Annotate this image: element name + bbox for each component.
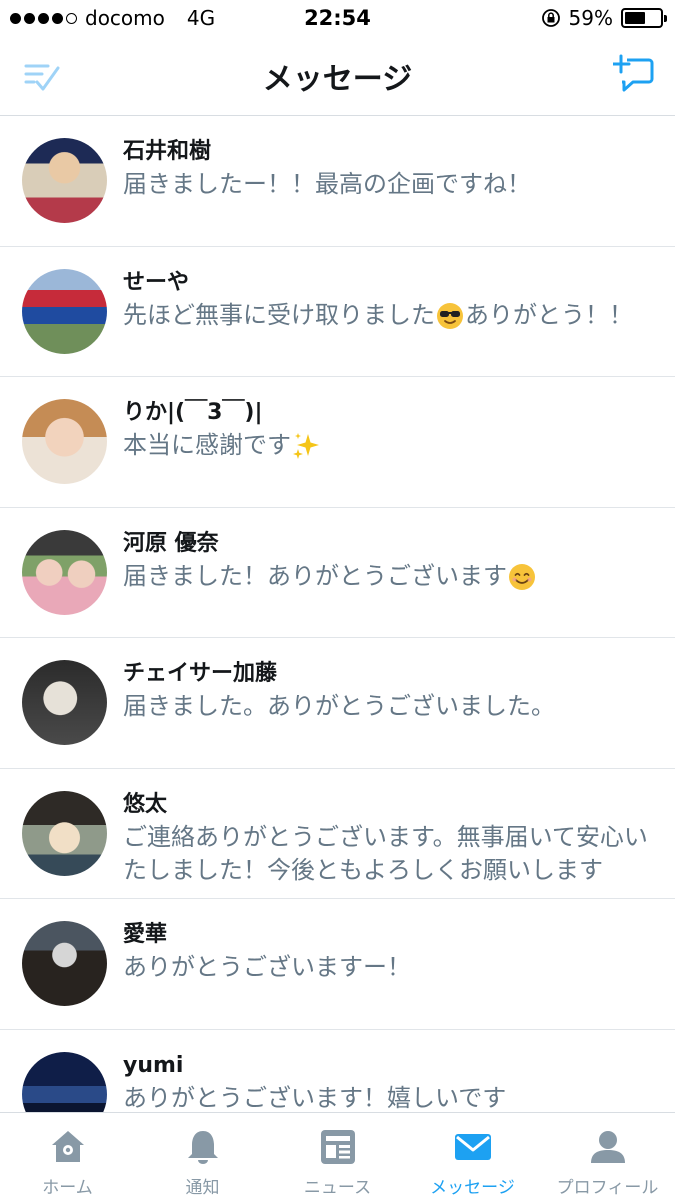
message-body: りか|(￣3￣)| 本当に感謝です xyxy=(123,399,659,462)
message-row-8[interactable]: yumi ありがとうございます！嬉しいです xyxy=(0,1030,675,1113)
tab-label: ホーム xyxy=(42,1178,93,1198)
signal-strength-icon xyxy=(10,12,77,24)
news-icon xyxy=(320,1130,355,1164)
sender-name: せーや xyxy=(123,269,190,295)
status-left: docomo 4G xyxy=(10,6,215,30)
message-text-before: 先ほど無事に受け取りました xyxy=(123,300,435,329)
message-body: せーや 先ほど無事に受け取りました ありがとう！！ xyxy=(123,269,659,332)
sender-name: チェイサー加藤 xyxy=(123,661,278,686)
tab-messages[interactable]: メッセージ xyxy=(405,1113,540,1200)
message-body: チェイサー加藤 届きました。ありがとうございました。 xyxy=(123,660,659,723)
sender-name: りか|(￣3￣)| xyxy=(123,400,263,425)
message-text-before: 本当に感謝です xyxy=(123,431,291,459)
tab-home[interactable]: ホーム xyxy=(0,1113,135,1200)
message-preview: 届きました！ありがとうございます xyxy=(123,560,659,593)
smile-emoji-icon xyxy=(509,563,535,590)
message-row-3[interactable]: りか|(￣3￣)| 本当に感謝です xyxy=(0,377,675,508)
status-right: 59% xyxy=(541,6,667,30)
rotation-lock-icon xyxy=(541,9,560,27)
message-row-7[interactable]: 愛華 ありがとうございますー！ xyxy=(0,899,675,1030)
navigation-bar: メッセージ xyxy=(0,36,675,116)
message-preview: 本当に感謝です xyxy=(123,429,659,462)
tab-label: プロフィール xyxy=(556,1178,659,1198)
tab-label: 通知 xyxy=(185,1178,220,1198)
sender-name: 愛華 xyxy=(123,922,168,947)
avatar[interactable] xyxy=(22,529,107,615)
sender-name: 悠太 xyxy=(123,791,168,817)
message-body: 悠太 ご連絡ありがとうございます。無事届いて安心いたしました！今後ともよろしくお… xyxy=(123,791,659,887)
message-preview: ご連絡ありがとうございます。無事届いて安心いたしました！今後ともよろしくお願いし… xyxy=(123,822,648,884)
sender-name: yumi xyxy=(123,1052,184,1078)
envelope-icon xyxy=(454,1134,491,1160)
message-row-5[interactable]: チェイサー加藤 届きました。ありがとうございました。 xyxy=(0,638,675,769)
compose-check-icon[interactable] xyxy=(22,58,62,94)
carrier-name: docomo xyxy=(85,6,165,30)
message-body: 愛華 ありがとうございますー！ xyxy=(123,921,659,984)
home-icon xyxy=(51,1131,84,1162)
message-preview: ありがとうございます！嬉しいです xyxy=(123,1083,507,1112)
new-message-icon[interactable] xyxy=(613,54,655,94)
avatar[interactable] xyxy=(22,268,107,354)
message-preview: 届きました。ありがとうございました。 xyxy=(123,692,555,720)
sender-name: 石井和樹 xyxy=(123,139,212,164)
battery-icon xyxy=(621,8,667,28)
message-text-before: 届きました！ありがとうございます xyxy=(123,561,507,590)
message-row-1[interactable]: 石井和樹 届きましたー！！最高の企画ですね！ xyxy=(0,116,675,247)
sender-name: 河原 優奈 xyxy=(123,530,219,556)
page-title: メッセージ xyxy=(262,61,413,97)
message-text-after: ありがとう！！ xyxy=(465,300,633,329)
network-type: 4G xyxy=(186,6,216,30)
message-row-4[interactable]: 河原 優奈 届きました！ありがとうございます xyxy=(0,508,675,638)
sparkles-emoji-icon xyxy=(293,433,319,459)
avatar[interactable] xyxy=(22,660,107,745)
battery-percent: 59% xyxy=(568,6,613,30)
message-list: 石井和樹 届きましたー！！最高の企画ですね！ せーや 先ほど無事に受け取りました… xyxy=(0,116,675,1112)
avatar[interactable] xyxy=(22,1051,107,1112)
avatar[interactable] xyxy=(22,790,107,876)
avatar[interactable] xyxy=(22,138,107,223)
tab-profile[interactable]: プロフィール xyxy=(540,1113,675,1200)
tab-label: メッセージ xyxy=(430,1178,515,1198)
tab-label: ニュース xyxy=(303,1178,372,1198)
message-row-2[interactable]: せーや 先ほど無事に受け取りました ありがとう！！ xyxy=(0,247,675,377)
message-body: 石井和樹 届きましたー！！最高の企画ですね！ xyxy=(123,138,659,201)
message-preview: 届きましたー！！最高の企画ですね！ xyxy=(123,170,531,198)
tab-bar: ホーム 通知 ニュース メッセージ プロフィール xyxy=(0,1112,675,1200)
sunglasses-emoji-icon xyxy=(437,302,463,329)
bell-icon xyxy=(187,1131,218,1164)
profile-icon xyxy=(590,1131,625,1163)
tab-notifications[interactable]: 通知 xyxy=(135,1113,270,1200)
tab-news[interactable]: ニュース xyxy=(270,1113,405,1200)
message-preview: ありがとうございますー！ xyxy=(123,953,411,981)
message-preview: 先ほど無事に受け取りました ありがとう！！ xyxy=(123,299,659,332)
message-body: yumi ありがとうございます！嬉しいです xyxy=(123,1052,659,1113)
avatar[interactable] xyxy=(22,399,107,484)
message-body: 河原 優奈 届きました！ありがとうございます xyxy=(123,530,659,593)
status-bar: docomo 4G 22:54 59% xyxy=(0,0,675,36)
avatar[interactable] xyxy=(22,921,107,1006)
message-row-6[interactable]: 悠太 ご連絡ありがとうございます。無事届いて安心いたしました！今後ともよろしくお… xyxy=(0,769,675,899)
battery-fill xyxy=(625,12,646,24)
